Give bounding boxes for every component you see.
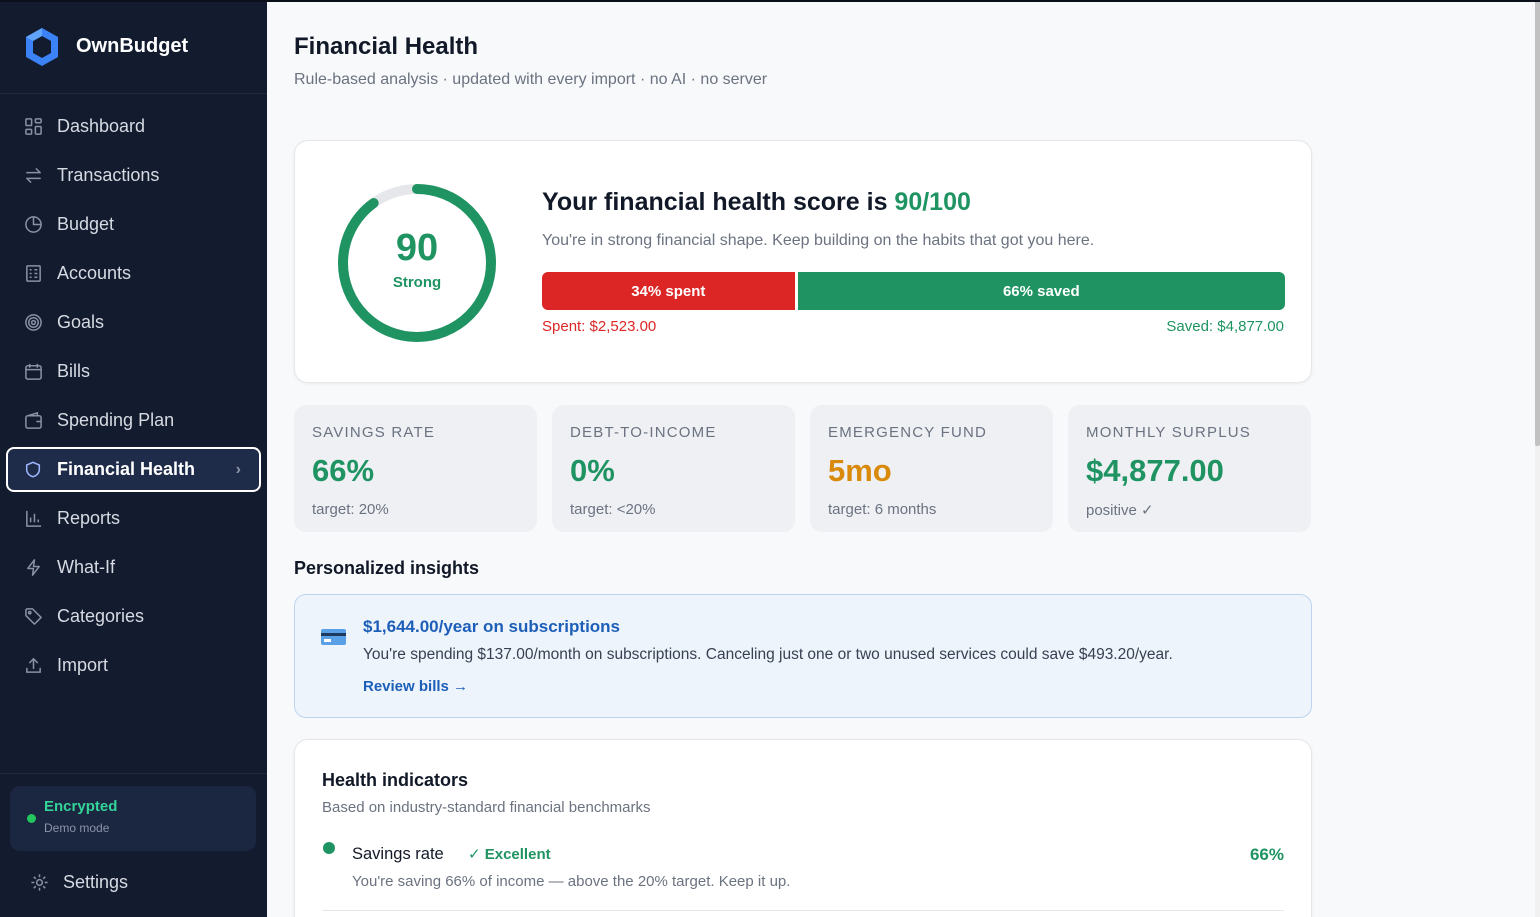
sidebar-item-what-if[interactable]: What-If [6, 545, 261, 590]
spent-saved-bar: 34% spent 66% saved [542, 272, 1285, 310]
insight-text: You're spending $137.00/month on subscri… [363, 646, 1173, 663]
sidebar-item-label: Reports [57, 508, 121, 528]
target-icon [22, 312, 44, 334]
sidebar-item-label: Settings [63, 872, 129, 892]
sidebar-item-settings[interactable]: Settings [12, 860, 267, 905]
status-subtitle: Demo mode [44, 821, 110, 835]
insight-title: $1,644.00/year on subscriptions [363, 617, 621, 636]
sidebar-item-categories[interactable]: Categories [6, 594, 261, 639]
score-headline-value: 90/100 [894, 188, 971, 216]
sidebar-item-label: Import [57, 655, 109, 675]
upload-icon [22, 655, 44, 677]
main-content: Financial Health Rule-based analysis · u… [267, 0, 1535, 917]
kpi-label: Debt-to-income [570, 424, 717, 441]
kpi-emergency-fund: Emergency fund 5mo target: 6 months [810, 405, 1053, 532]
sidebar-item-label: Transactions [57, 165, 160, 185]
sidebar-item-transactions[interactable]: Transactions [6, 153, 261, 198]
sidebar-item-label: Categories [57, 606, 145, 626]
sidebar-item-financial-health[interactable]: Financial Health › [6, 447, 261, 492]
sidebar-divider [0, 773, 267, 774]
sidebar-item-label: Accounts [57, 263, 132, 283]
brand[interactable]: OwnBudget [0, 0, 267, 94]
wallet-icon [22, 410, 44, 432]
bar-chart-icon [22, 508, 44, 530]
sidebar-item-goals[interactable]: Goals [6, 300, 261, 345]
kpi-target: positive ✓ [1086, 502, 1154, 519]
sidebar-item-label: What-If [57, 557, 116, 577]
score-headline: Your financial health score is 90/100 [542, 188, 971, 217]
spent-amount: Spent: $2,523.00 [542, 318, 657, 335]
kpi-target: target: 20% [312, 501, 389, 518]
kpi-target: target: <20% [570, 501, 656, 518]
shield-icon [22, 459, 44, 481]
sidebar-nav: Dashboard Transactions Budget Accounts G… [0, 94, 267, 688]
sidebar-item-budget[interactable]: Budget [6, 202, 261, 247]
kpi-value: 0% [570, 453, 615, 488]
tag-icon [22, 606, 44, 628]
sidebar-item-label: Goals [57, 312, 105, 332]
saved-amount: Saved: $4,877.00 [1166, 318, 1284, 335]
chevron-right-icon: › [235, 461, 241, 478]
sidebar-item-reports[interactable]: Reports [6, 496, 261, 541]
bank-icon [22, 263, 44, 285]
page-subtitle: Rule-based analysis · updated with every… [294, 71, 768, 88]
health-indicators-card: Health indicators Based on industry-stan… [294, 739, 1312, 917]
window-top-border [0, 0, 1540, 2]
sidebar-item-accounts[interactable]: Accounts [6, 251, 261, 296]
kpi-monthly-surplus: Monthly surplus $4,877.00 positive ✓ [1068, 405, 1311, 532]
sidebar: OwnBudget Dashboard Transactions Budget … [0, 0, 267, 917]
kpi-target: target: 6 months [828, 501, 937, 518]
kpi-value: 5mo [828, 453, 892, 488]
score-value: 90 [395, 227, 439, 269]
kpi-label: Savings rate [312, 424, 436, 441]
sidebar-item-label: Dashboard [57, 116, 146, 136]
insight-card: $1,644.00/year on subscriptions You're s… [294, 594, 1312, 718]
kpi-savings-rate: Savings rate 66% target: 20% [294, 405, 537, 532]
score-card: 90 Strong Your financial health score is… [294, 140, 1312, 383]
gear-icon [28, 872, 50, 894]
grid-icon [22, 116, 44, 138]
status-title: Encrypted [44, 798, 118, 815]
app-name: OwnBudget [76, 35, 189, 57]
sidebar-item-dashboard[interactable]: Dashboard [6, 104, 261, 149]
score-description: You're in strong financial shape. Keep b… [542, 232, 1095, 249]
saved-bar-segment: 66% saved [797, 272, 1285, 310]
indicator-name: Savings rate [352, 845, 444, 863]
kpi-value: $4,877.00 [1086, 453, 1224, 488]
sidebar-item-label: Spending Plan [57, 410, 175, 430]
page-title: Financial Health [294, 33, 479, 60]
kpi-label: Monthly surplus [1086, 424, 1251, 441]
sidebar-item-label: Financial Health [57, 459, 196, 479]
insights-section-title: Personalized insights [294, 558, 480, 578]
ownbudget-logo-icon [26, 27, 58, 66]
status-dot-icon [27, 814, 36, 823]
sidebar-item-spending-plan[interactable]: Spending Plan [6, 398, 261, 443]
credit-card-icon [321, 629, 346, 645]
sidebar-item-label: Bills [57, 361, 91, 381]
health-indicators-title: Health indicators [322, 770, 469, 790]
sidebar-item-bills[interactable]: Bills [6, 349, 261, 394]
spent-bar-segment: 34% spent [542, 272, 795, 310]
sidebar-item-label: Budget [57, 214, 115, 234]
page-scrollbar[interactable] [1535, 0, 1540, 917]
kpi-debt-to-income: Debt-to-income 0% target: <20% [552, 405, 795, 532]
calendar-icon [22, 361, 44, 383]
indicator-badge: ✓ Excellent [468, 846, 551, 863]
arrows-icon [22, 165, 44, 187]
encryption-status: Encrypted Demo mode [10, 786, 256, 851]
score-rating: Strong [392, 274, 442, 291]
lightning-icon [22, 557, 44, 579]
review-bills-link[interactable]: Review bills → [363, 678, 468, 695]
status-dot-icon [323, 842, 335, 854]
kpi-label: Emergency fund [828, 424, 988, 441]
health-indicators-subtitle: Based on industry-standard financial ben… [322, 799, 651, 816]
kpi-value: 66% [312, 453, 375, 488]
indicator-divider [322, 910, 1284, 911]
sidebar-item-import[interactable]: Import [6, 643, 261, 688]
score-headline-text: Your financial health score is [542, 188, 895, 216]
scrollbar-thumb[interactable] [1535, 0, 1540, 446]
indicator-description: You're saving 66% of income — above the … [352, 873, 791, 890]
pie-icon [22, 214, 44, 236]
indicator-value: 66% [1249, 845, 1284, 864]
